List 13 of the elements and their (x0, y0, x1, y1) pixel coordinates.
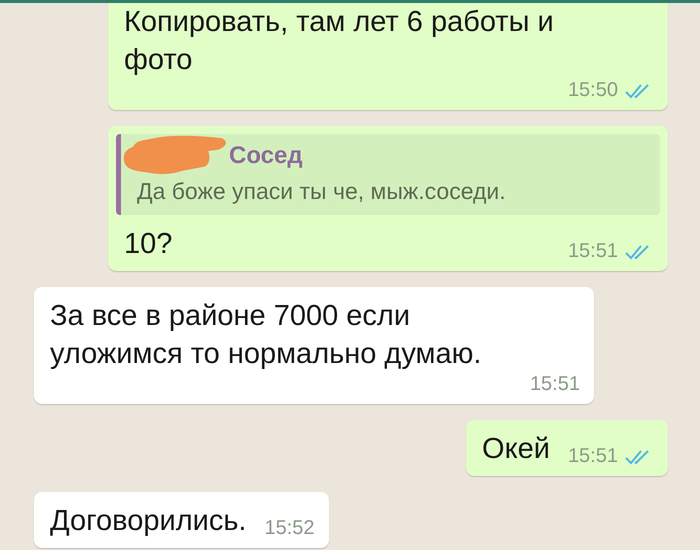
quote-author: Сосед (228, 142, 304, 170)
message-time: 15:51 (530, 373, 580, 396)
message-text: За все в районе 7000 если уложимся то нормально думаю. (50, 299, 482, 372)
quoted-message[interactable]: Сосед Да боже упаси ты че, мыж.соседи. (116, 134, 660, 215)
message-text: Копировать, там лет 6 работы и фото (124, 5, 555, 78)
quote-text: Да боже упаси ты че, мыж.соседи. (137, 178, 507, 205)
message-time: 15:51 (568, 445, 618, 468)
message-time: 15:52 (264, 517, 315, 540)
message-text: Договорились. (50, 504, 246, 539)
message-text: 10? (124, 227, 172, 262)
message-time: 15:50 (568, 79, 618, 102)
message-time: 15:51 (568, 240, 618, 263)
message-text: Окей (482, 432, 550, 467)
